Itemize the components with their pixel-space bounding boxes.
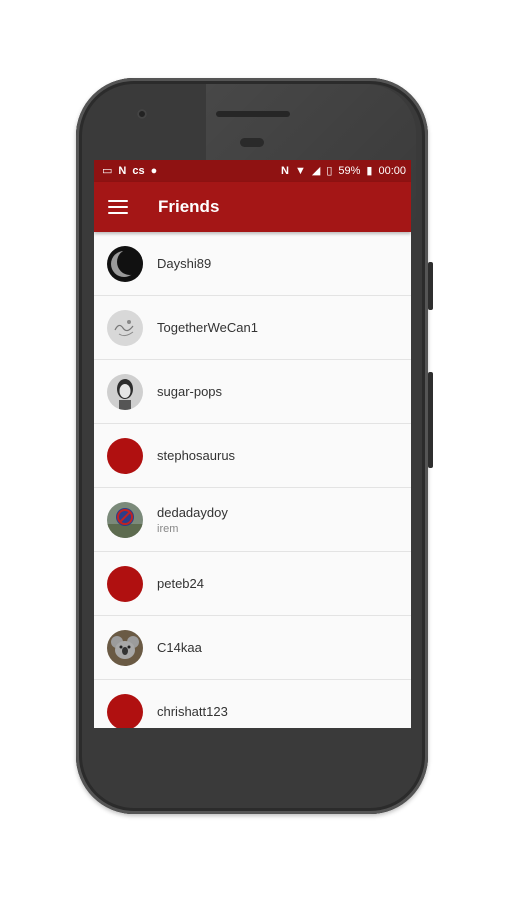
clock: 00:00 xyxy=(378,165,406,177)
friend-list-item[interactable]: TogetherWeCan1 xyxy=(94,296,411,360)
earpiece-speaker xyxy=(216,111,290,117)
screen-cast-icon: ▭ xyxy=(102,164,113,177)
battery-icon: ▮ xyxy=(366,164,373,177)
avatar-koala xyxy=(107,629,143,666)
friend-username: dedadaydoy xyxy=(157,504,228,520)
friend-username: peteb24 xyxy=(157,576,204,591)
no-sim-icon: ▯ xyxy=(326,164,333,177)
avatar-sign xyxy=(107,501,143,538)
friend-list-item[interactable]: chrishatt123 xyxy=(94,680,411,728)
signal-icon: ◢ xyxy=(311,164,321,177)
friend-username: sugar-pops xyxy=(157,384,223,399)
phone-screen: ▭ N cs ● N ▼ ◢ ▯ 59% ▮ 00:00 Friends Day… xyxy=(94,160,411,728)
hamburger-menu-icon[interactable] xyxy=(108,200,128,214)
nfc-icon: N xyxy=(281,164,289,177)
avatar-sketch xyxy=(107,309,143,346)
friend-list-item[interactable]: C14kaa xyxy=(94,616,411,680)
friend-username: Dayshi89 xyxy=(157,256,212,271)
avatar-default xyxy=(107,437,143,474)
friend-list-item[interactable]: peteb24 xyxy=(94,552,411,616)
app-bar: Friends xyxy=(94,182,411,232)
status-bar: ▭ N cs ● N ▼ ◢ ▯ 59% ▮ 00:00 xyxy=(94,160,411,182)
friends-list: Dayshi89 TogetherWeCan1 sugar-pops steph… xyxy=(94,232,411,728)
avatar-default xyxy=(107,693,143,728)
friend-status-text: irem xyxy=(157,522,179,535)
avatar-default xyxy=(107,565,143,602)
friend-list-item[interactable]: stephosaurus xyxy=(94,424,411,488)
friend-username: C14kaa xyxy=(157,640,202,655)
friend-list-item[interactable]: dedadaydoy irem xyxy=(94,488,411,552)
wifi-icon: ▼ xyxy=(294,164,306,177)
avatar-portrait xyxy=(107,373,143,410)
n-app-icon: N xyxy=(118,164,127,177)
friend-username: TogetherWeCan1 xyxy=(157,320,258,335)
battery-percent: 59% xyxy=(338,165,361,177)
info-icon: ● xyxy=(150,164,158,177)
front-camera xyxy=(137,109,147,119)
proximity-sensor xyxy=(240,138,264,147)
friend-list-item[interactable]: Dayshi89 xyxy=(94,232,411,296)
page-title: Friends xyxy=(158,197,220,216)
power-button xyxy=(428,262,433,310)
friend-username: chrishatt123 xyxy=(157,704,228,719)
friend-username: stephosaurus xyxy=(157,448,236,463)
cs-app-icon: cs xyxy=(132,164,145,177)
avatar-moon xyxy=(107,245,143,282)
friend-list-item[interactable]: sugar-pops xyxy=(94,360,411,424)
volume-button xyxy=(428,372,433,468)
